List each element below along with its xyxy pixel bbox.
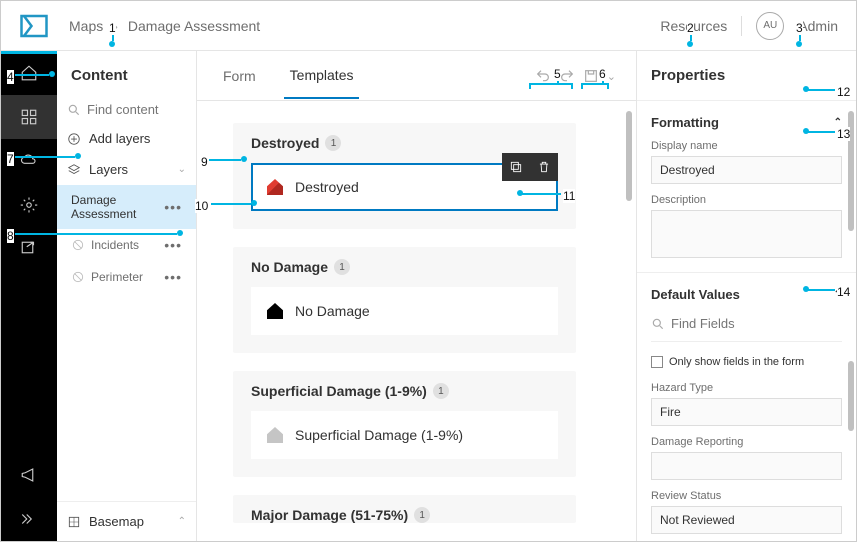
display-name-input[interactable] xyxy=(651,156,842,184)
content-search-input[interactable] xyxy=(87,102,167,117)
add-layers-button[interactable]: Add layers xyxy=(57,123,196,154)
layer-perimeter[interactable]: Perimeter ••• xyxy=(57,261,196,293)
layers-label: Layers xyxy=(89,162,128,177)
only-show-label: Only show fields in the form xyxy=(669,356,804,368)
basemap-icon xyxy=(67,515,81,529)
content-title: Content xyxy=(57,51,196,96)
nav-cloud-icon[interactable] xyxy=(1,139,57,183)
search-icon xyxy=(67,103,81,117)
undo-icon[interactable] xyxy=(535,68,551,84)
scrollbar[interactable] xyxy=(848,111,854,231)
layer-damage-assessment[interactable]: Damage Assessment ••• xyxy=(57,185,196,229)
add-layers-label: Add layers xyxy=(89,131,150,146)
plus-circle-icon xyxy=(67,132,81,146)
breadcrumb-maps[interactable]: Maps xyxy=(69,18,103,34)
house-grey-icon xyxy=(267,427,283,443)
house-black-icon xyxy=(267,303,283,319)
default-values-section[interactable]: Default Values xyxy=(651,287,740,302)
basemap-label: Basemap xyxy=(89,514,144,529)
tile-label: No Damage xyxy=(295,303,370,319)
divider xyxy=(741,16,742,36)
damage-reporting-input[interactable] xyxy=(651,452,842,480)
header: Maps › Damage Assessment Resources AU Ad… xyxy=(1,1,856,51)
disabled-icon xyxy=(71,270,85,284)
count-badge: 1 xyxy=(414,507,430,523)
hazard-type-input[interactable] xyxy=(651,398,842,426)
breadcrumb: Maps › Damage Assessment xyxy=(69,18,260,34)
nav-gear-icon[interactable] xyxy=(1,183,57,227)
nav-announce-icon[interactable] xyxy=(1,453,57,497)
layer-label: Incidents xyxy=(91,238,139,252)
chevron-down-icon: ⌄ xyxy=(178,164,186,175)
avatar[interactable]: AU xyxy=(756,12,784,40)
left-nav xyxy=(1,51,57,541)
redo-icon[interactable] xyxy=(559,68,575,84)
search-icon xyxy=(651,317,665,331)
template-group-no-damage: No Damage 1 No Damage xyxy=(233,247,576,353)
template-tile-no-damage[interactable]: No Damage xyxy=(251,287,558,335)
house-red-icon xyxy=(267,179,283,195)
more-icon[interactable]: ••• xyxy=(164,199,182,215)
formatting-section[interactable]: Formatting xyxy=(651,115,719,130)
description-input[interactable] xyxy=(651,210,842,258)
properties-panel: Properties Formatting ⌃ Display name Des… xyxy=(636,51,856,541)
scrollbar[interactable] xyxy=(848,361,854,431)
tile-label: Destroyed xyxy=(295,179,359,195)
more-icon[interactable]: ••• xyxy=(164,237,182,253)
main-area: Form Templates ⌄ Destroyed 1 xyxy=(197,51,636,541)
save-icon[interactable] xyxy=(583,68,599,84)
group-title: No Damage xyxy=(251,259,328,275)
trash-icon[interactable] xyxy=(530,153,558,181)
content-panel: Content Add layers Layers ⌄ Damage Asses… xyxy=(57,51,197,541)
group-title: Superficial Damage (1-9%) xyxy=(251,383,427,399)
tab-form[interactable]: Form xyxy=(217,54,262,98)
app-logo-icon[interactable] xyxy=(19,11,49,41)
breadcrumb-current: Damage Assessment xyxy=(128,18,260,34)
template-group-superficial: Superficial Damage (1-9%) 1 Superficial … xyxy=(233,371,576,477)
review-status-label: Review Status xyxy=(651,490,842,502)
more-icon[interactable]: ••• xyxy=(164,269,182,285)
group-title: Major Damage (51-75%) xyxy=(251,507,408,523)
hazard-type-label: Hazard Type xyxy=(651,382,842,394)
description-label: Description xyxy=(651,194,842,206)
chevron-up-icon[interactable]: ⌃ xyxy=(834,117,842,128)
count-badge: 1 xyxy=(433,383,449,399)
template-group-destroyed: Destroyed 1 Destroyed xyxy=(233,123,576,229)
count-badge: 1 xyxy=(334,259,350,275)
admin-label[interactable]: Admin xyxy=(798,18,838,34)
duplicate-icon[interactable] xyxy=(502,153,530,181)
display-name-label: Display name xyxy=(651,140,842,152)
damage-reporting-label: Damage Reporting xyxy=(651,436,842,448)
properties-title: Properties xyxy=(637,51,856,101)
layer-label: Perimeter xyxy=(91,270,143,284)
template-tile-destroyed[interactable]: Destroyed xyxy=(251,163,558,211)
template-tile-superficial[interactable]: Superficial Damage (1-9%) xyxy=(251,411,558,459)
scrollbar[interactable] xyxy=(626,111,632,201)
find-fields-input[interactable] xyxy=(671,316,791,331)
template-group-major: Major Damage (51-75%) 1 xyxy=(233,495,576,523)
group-title: Destroyed xyxy=(251,135,319,151)
tab-templates[interactable]: Templates xyxy=(284,53,360,99)
chevron-down-icon[interactable]: ⌄ xyxy=(607,70,616,84)
disabled-icon xyxy=(71,238,85,252)
only-show-checkbox[interactable] xyxy=(651,356,663,368)
nav-layers-icon[interactable] xyxy=(1,95,57,139)
layers-icon xyxy=(67,163,81,177)
resources-link[interactable]: Resources xyxy=(660,18,727,34)
review-status-input[interactable] xyxy=(651,506,842,534)
chevron-up-icon: ⌃ xyxy=(178,516,186,527)
tile-label: Superficial Damage (1-9%) xyxy=(295,427,463,443)
layer-label: Damage Assessment xyxy=(71,193,151,221)
nav-expand-icon[interactable] xyxy=(1,497,57,541)
count-badge: 1 xyxy=(325,135,341,151)
basemap-toggle[interactable]: Basemap ⌃ xyxy=(57,501,196,541)
